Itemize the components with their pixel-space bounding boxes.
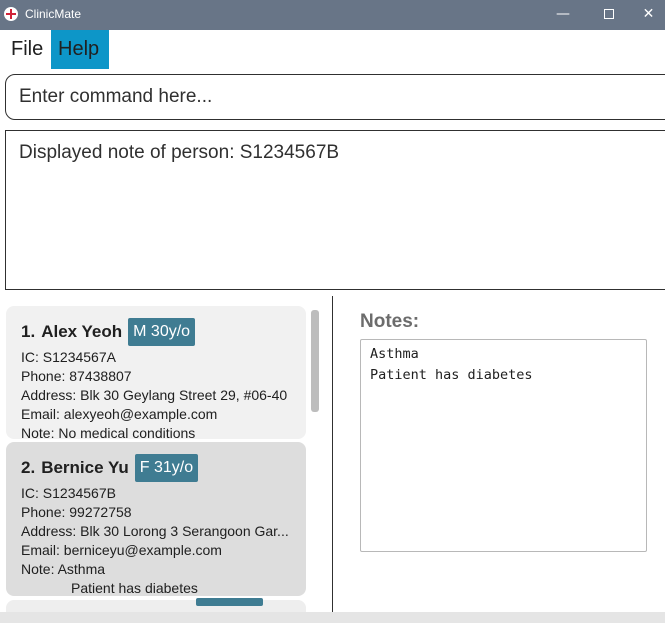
- title-bar: ClinicMate — ✕: [0, 0, 665, 30]
- person-note: Note: Asthma: [21, 561, 106, 577]
- person-name: Bernice Yu: [41, 458, 129, 477]
- menu-file[interactable]: File: [4, 30, 50, 69]
- status-bar: [0, 612, 665, 623]
- person-address: Address: Blk 30 Lorong 3 Serangoon Gar..…: [21, 523, 289, 539]
- person-index: 2.: [21, 458, 36, 477]
- person-note-continued: Patient has diabetes: [71, 580, 198, 596]
- gender-age-badge: M 30y/o: [128, 318, 196, 346]
- minimize-button[interactable]: —: [540, 0, 586, 30]
- person-ic: IC: S1234567A: [21, 349, 116, 365]
- person-ic: IC: S1234567B: [21, 485, 116, 501]
- menu-bar: File Help: [0, 30, 665, 69]
- person-address: Address: Blk 30 Geylang Street 29, #06-4…: [21, 387, 288, 403]
- person-card[interactable]: 1. Alex Yeoh M 30y/o IC: S1234567A Phone…: [6, 306, 306, 441]
- person-note: Note: No medical conditions: [21, 425, 196, 441]
- person-phone: Phone: 87438807: [21, 368, 132, 384]
- person-phone: Phone: 99272758: [21, 504, 132, 520]
- notes-panel: Notes: Asthma Patient has diabetes: [333, 296, 665, 612]
- command-box: [5, 74, 665, 120]
- maximize-button[interactable]: [586, 0, 632, 30]
- person-index: 1.: [21, 322, 36, 341]
- minimize-icon: —: [556, 6, 570, 22]
- gender-age-badge: [196, 598, 263, 606]
- person-name: Alex Yeoh: [41, 322, 123, 341]
- menu-help[interactable]: Help: [51, 30, 109, 69]
- person-header: 1. Alex Yeoh M 30y/o: [21, 316, 306, 348]
- person-card-partial[interactable]: [6, 598, 306, 612]
- person-header: 2. Bernice Yu F 31y/o: [21, 452, 306, 484]
- notes-line: Patient has diabetes: [370, 367, 533, 383]
- command-input[interactable]: [6, 75, 626, 119]
- person-email: Email: alexyeoh@example.com: [21, 406, 218, 422]
- window-title: ClinicMate: [25, 7, 82, 21]
- close-button[interactable]: ✕: [632, 0, 665, 30]
- notes-line: Asthma: [370, 346, 419, 362]
- gender-age-badge: F 31y/o: [134, 454, 199, 482]
- notes-text-area[interactable]: Asthma Patient has diabetes: [360, 339, 647, 552]
- maximize-icon: [604, 9, 614, 19]
- result-display: Displayed note of person: S1234567B: [5, 130, 665, 290]
- notes-label: Notes:: [360, 311, 420, 332]
- person-card-selected[interactable]: 2. Bernice Yu F 31y/o IC: S1234567B Phon…: [6, 442, 306, 596]
- result-text: Displayed note of person: S1234567B: [19, 142, 340, 163]
- person-list: 1. Alex Yeoh M 30y/o IC: S1234567A Phone…: [0, 296, 332, 612]
- clinic-cross-icon: [4, 7, 18, 21]
- person-email: Email: berniceyu@example.com: [21, 542, 222, 558]
- list-scrollbar[interactable]: [311, 310, 319, 412]
- close-icon: ✕: [642, 6, 655, 22]
